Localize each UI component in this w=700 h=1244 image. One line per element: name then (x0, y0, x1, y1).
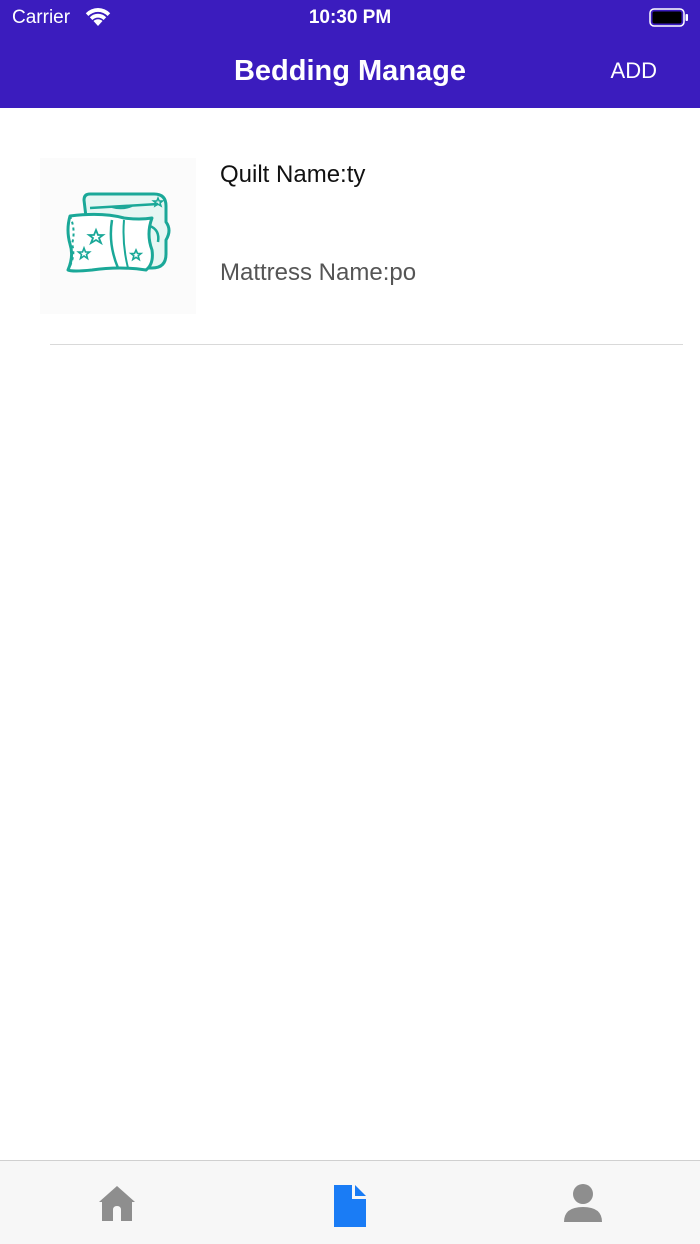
bedding-icon (66, 192, 171, 273)
header: Carrier 10:30 PM Bedding Manage ADD (0, 0, 700, 108)
battery-icon (649, 8, 688, 27)
list-item[interactable]: Quilt Name:ty Mattress Name:po (0, 108, 700, 345)
document-icon (333, 1185, 366, 1227)
tab-documents[interactable] (233, 1161, 466, 1244)
add-button[interactable]: ADD (611, 56, 657, 86)
screen: Carrier 10:30 PM Bedding Manage ADD Quil… (0, 0, 700, 1244)
status-time: 10:30 PM (308, 7, 392, 28)
page-title: Bedding Manage (233, 55, 466, 87)
bedding-thumbnail (40, 158, 196, 314)
tab-bar (0, 1160, 700, 1244)
tab-home[interactable] (0, 1161, 233, 1244)
divider (50, 344, 683, 345)
mattress-name: Mattress Name:po (220, 259, 417, 286)
quilt-name: Quilt Name:ty (220, 161, 366, 188)
person-icon (563, 1184, 602, 1222)
tab-profile[interactable] (466, 1161, 699, 1244)
home-icon (98, 1186, 135, 1221)
